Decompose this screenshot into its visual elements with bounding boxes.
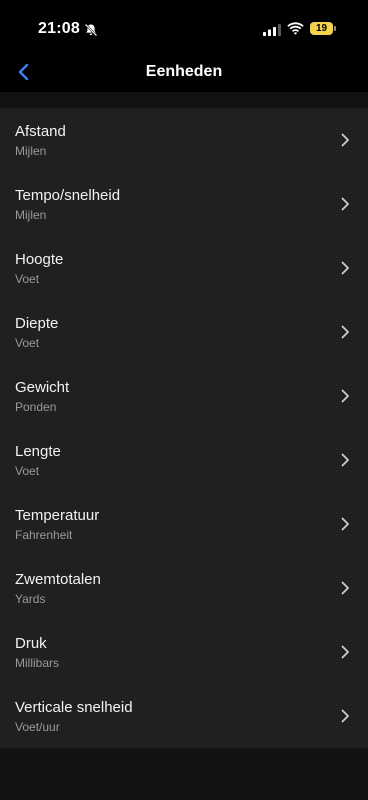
nav-bar: Eenheden bbox=[0, 56, 368, 92]
unit-label: Diepte bbox=[15, 315, 59, 332]
unit-value: Voet bbox=[15, 272, 40, 286]
chevron-right-icon bbox=[341, 197, 349, 211]
unit-row-lengte[interactable]: Lengte Voet bbox=[0, 428, 368, 492]
wifi-icon bbox=[287, 22, 304, 35]
unit-row-diepte[interactable]: Diepte Voet bbox=[0, 300, 368, 364]
status-bar: 21:08 19 bbox=[0, 0, 368, 56]
units-list: Afstand Mijlen Tempo/snelheid Mijlen Hoo… bbox=[0, 108, 368, 748]
section-spacer bbox=[0, 92, 368, 108]
unit-row-gewicht[interactable]: Gewicht Ponden bbox=[0, 364, 368, 428]
unit-value: Mijlen bbox=[15, 144, 47, 158]
unit-value: Yards bbox=[15, 592, 46, 606]
signal-icon bbox=[263, 24, 281, 36]
unit-value: Voet/uur bbox=[15, 720, 60, 734]
unit-label: Tempo/snelheid bbox=[15, 187, 121, 204]
unit-value: Voet bbox=[15, 464, 40, 478]
battery-icon: 19 bbox=[310, 22, 336, 35]
chevron-right-icon bbox=[341, 517, 349, 531]
chevron-right-icon bbox=[341, 709, 349, 723]
unit-label: Lengte bbox=[15, 443, 61, 460]
chevron-right-icon bbox=[341, 581, 349, 595]
status-time: 21:08 bbox=[38, 20, 80, 37]
unit-value: Fahrenheit bbox=[15, 528, 73, 542]
unit-row-zwemtotalen[interactable]: Zwemtotalen Yards bbox=[0, 556, 368, 620]
bottom-area bbox=[0, 748, 368, 800]
unit-value: Voet bbox=[15, 336, 40, 350]
unit-row-verticale-snelheid[interactable]: Verticale snelheid Voet/uur bbox=[0, 684, 368, 748]
unit-label: Verticale snelheid bbox=[15, 699, 133, 716]
unit-row-afstand[interactable]: Afstand Mijlen bbox=[0, 108, 368, 172]
bell-slash-icon bbox=[84, 23, 98, 37]
chevron-right-icon bbox=[341, 133, 349, 147]
unit-row-druk[interactable]: Druk Millibars bbox=[0, 620, 368, 684]
page-title: Eenheden bbox=[145, 63, 223, 80]
unit-label: Gewicht bbox=[15, 379, 70, 396]
unit-row-temperatuur[interactable]: Temperatuur Fahrenheit bbox=[0, 492, 368, 556]
chevron-right-icon bbox=[341, 645, 349, 659]
chevron-right-icon bbox=[341, 389, 349, 403]
chevron-right-icon bbox=[341, 453, 349, 467]
unit-value: Mijlen bbox=[15, 208, 47, 222]
unit-row-hoogte[interactable]: Hoogte Voet bbox=[0, 236, 368, 300]
unit-label: Zwemtotalen bbox=[15, 571, 101, 588]
chevron-right-icon bbox=[341, 261, 349, 275]
unit-label: Druk bbox=[15, 635, 47, 652]
unit-value: Millibars bbox=[15, 656, 60, 670]
unit-label: Afstand bbox=[15, 123, 66, 140]
unit-row-tempo-snelheid[interactable]: Tempo/snelheid Mijlen bbox=[0, 172, 368, 236]
chevron-right-icon bbox=[341, 325, 349, 339]
unit-label: Temperatuur bbox=[15, 507, 100, 524]
unit-label: Hoogte bbox=[15, 251, 64, 268]
unit-value: Ponden bbox=[15, 400, 57, 414]
